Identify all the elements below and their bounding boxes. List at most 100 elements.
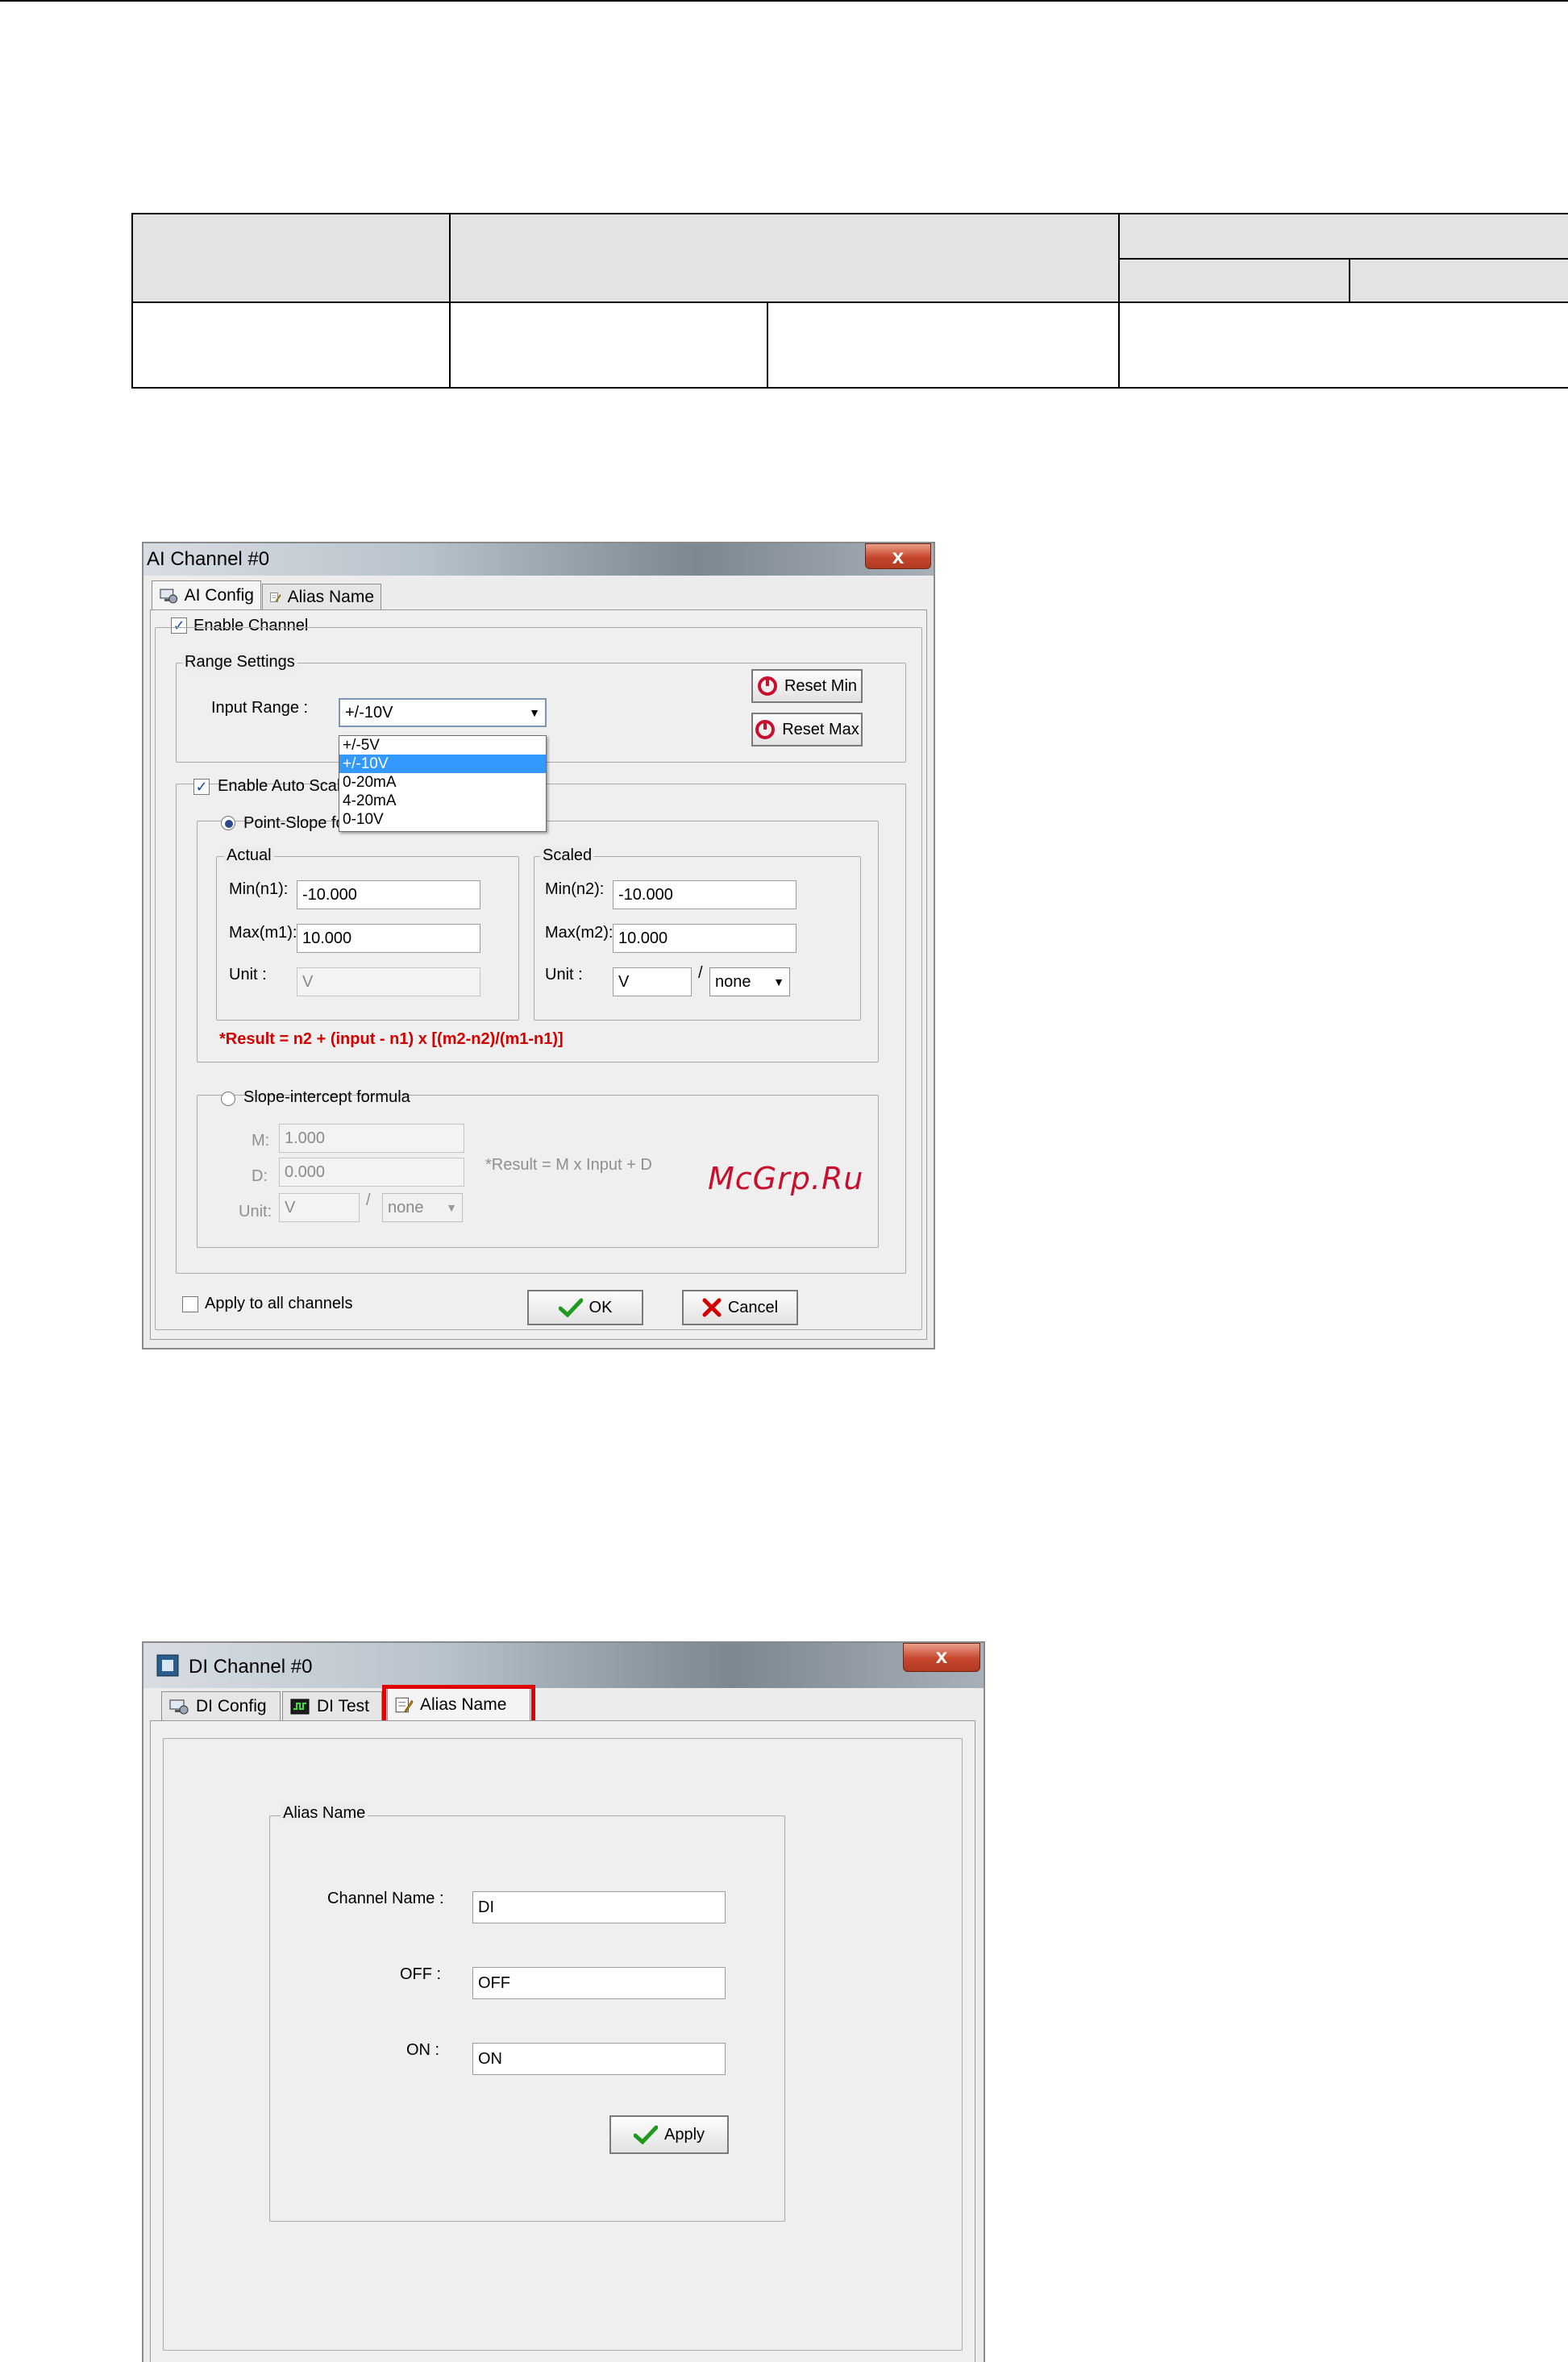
table-cell	[1118, 301, 1568, 389]
cancel-button[interactable]: Cancel	[682, 1290, 798, 1325]
checkmark-icon	[558, 1298, 583, 1317]
dropdown-option-selected[interactable]: +/-10V	[339, 755, 546, 773]
dropdown-option[interactable]: 0-10V	[339, 810, 546, 829]
table-header-cell	[449, 213, 1120, 303]
input-range-value: +/-10V	[345, 703, 393, 721]
si-unit-label: Unit:	[239, 1203, 272, 1221]
spec-table	[131, 213, 1568, 389]
apply-all-label: Apply to all channels	[205, 1295, 353, 1312]
table-header-cell	[1349, 257, 1568, 303]
di-channel-dialog: DI Channel #0 x DI Config DI Test Alias …	[142, 1641, 985, 2362]
close-button[interactable]: x	[903, 1643, 980, 1672]
input-range-dropdown: +/-5V +/-10V 0-20mA 4-20mA 0-10V	[339, 735, 547, 832]
dropdown-option[interactable]: +/-5V	[339, 736, 546, 755]
si-unit-input[interactable]: V	[279, 1193, 360, 1222]
off-label: OFF :	[400, 1965, 442, 1983]
actual-unit-input[interactable]: V	[297, 967, 480, 996]
tab-ai-config[interactable]: AI Config	[152, 580, 261, 609]
chevron-down-icon: ▼	[446, 1201, 457, 1214]
close-icon: x	[892, 544, 905, 568]
reset-icon	[755, 720, 776, 739]
reset-icon	[757, 676, 777, 696]
apply-label: Apply	[663, 2125, 705, 2144]
scaled-unit-label: Unit :	[545, 966, 583, 983]
cancel-x-icon	[702, 1298, 722, 1317]
input-range-label: Input Range :	[211, 699, 309, 717]
apply-all-checkbox[interactable]	[182, 1296, 198, 1312]
chevron-down-icon: ▼	[773, 975, 784, 988]
app-icon	[156, 1654, 179, 1677]
table-header-cell	[1118, 257, 1350, 303]
slope-intercept-label: Slope-intercept formula	[243, 1088, 410, 1106]
watermark-text: McGrp.Ru	[708, 1161, 864, 1196]
config-icon	[160, 588, 178, 603]
ok-button[interactable]: OK	[527, 1290, 643, 1325]
reset-max-button[interactable]: Reset Max	[751, 713, 863, 746]
config-icon	[169, 1699, 189, 1714]
tab-di-config[interactable]: DI Config	[161, 1691, 281, 1720]
alias-icon	[269, 592, 281, 602]
alias-name-group	[269, 1815, 785, 2222]
reset-min-label: Reset Min	[784, 676, 858, 695]
table-cell	[449, 301, 768, 389]
m-input[interactable]: 1.000	[279, 1124, 464, 1153]
tab-di-test[interactable]: DI Test	[282, 1691, 382, 1720]
auto-scaling-checkbox[interactable]: ✓	[193, 779, 210, 795]
scaled-legend: Scaled	[540, 846, 595, 865]
min-n2-label: Min(n2):	[545, 880, 605, 898]
alias-name-legend: Alias Name	[281, 1804, 368, 1823]
table-header-cell	[1118, 213, 1568, 260]
ai-channel-dialog: AI Channel #0 x AI Config Alias Name ✓ E…	[142, 542, 935, 1349]
checkmark-icon	[633, 2125, 658, 2144]
min-n2-input[interactable]: -10.000	[613, 880, 796, 909]
max-m1-label: Max(m1):	[229, 924, 297, 942]
channel-name-input[interactable]: DI	[472, 1891, 726, 1923]
close-button[interactable]: x	[865, 543, 931, 569]
chevron-down-icon: ▼	[529, 706, 540, 719]
reset-min-button[interactable]: Reset Min	[751, 669, 863, 703]
tab-label: DI Test	[317, 1696, 369, 1715]
scaled-unit-select-value: none	[715, 972, 751, 991]
min-n1-label: Min(n1):	[229, 880, 289, 898]
dropdown-option[interactable]: 0-20mA	[339, 773, 546, 792]
slope-intercept-formula: *Result = M x Input + D	[485, 1156, 652, 1174]
dropdown-option[interactable]: 4-20mA	[339, 792, 546, 810]
close-icon: x	[935, 1644, 948, 1668]
max-m2-label: Max(m2):	[545, 924, 613, 942]
point-slope-radio[interactable]	[221, 816, 235, 830]
table-cell	[131, 301, 451, 389]
range-settings-legend: Range Settings	[182, 653, 297, 672]
input-range-select[interactable]: +/-10V ▼	[339, 698, 547, 727]
ok-label: OK	[589, 1298, 613, 1316]
max-m1-input[interactable]: 10.000	[297, 924, 480, 953]
unit-divider: /	[698, 964, 703, 982]
test-icon	[290, 1699, 310, 1714]
tab-label: AI Config	[184, 585, 254, 605]
tab-label: DI Config	[196, 1696, 267, 1715]
off-input[interactable]: OFF	[472, 1967, 726, 1999]
on-label: ON :	[406, 2041, 440, 2059]
tab-label: Alias Name	[287, 587, 374, 606]
si-unit-select[interactable]: none ▼	[382, 1193, 463, 1222]
page-top-rule	[0, 0, 1568, 2]
tab-alias-name[interactable]: Alias Name	[262, 584, 381, 609]
on-input[interactable]: ON	[472, 2043, 726, 2075]
scaled-unit-input[interactable]: V	[613, 967, 692, 996]
table-cell	[767, 301, 1120, 389]
apply-button[interactable]: Apply	[609, 2115, 729, 2154]
si-unit-select-value: none	[388, 1198, 424, 1216]
si-unit-divider: /	[366, 1191, 371, 1209]
point-slope-formula: *Result = n2 + (input - n1) x [(m2-n2)/(…	[219, 1030, 564, 1048]
m-label: M:	[252, 1132, 270, 1150]
cancel-label: Cancel	[727, 1298, 779, 1316]
min-n1-input[interactable]: -10.000	[297, 880, 480, 909]
channel-name-label: Channel Name :	[327, 1890, 444, 1907]
ai-dialog-title: AI Channel #0	[147, 548, 270, 570]
auto-scaling-label: Enable Auto Scali	[218, 777, 344, 795]
scaled-unit-select[interactable]: none ▼	[709, 967, 790, 996]
max-m2-input[interactable]: 10.000	[613, 924, 796, 953]
d-input[interactable]: 0.000	[279, 1158, 464, 1187]
slope-intercept-radio[interactable]	[221, 1092, 235, 1106]
di-dialog-title: DI Channel #0	[189, 1656, 313, 1678]
reset-max-label: Reset Max	[782, 720, 859, 738]
